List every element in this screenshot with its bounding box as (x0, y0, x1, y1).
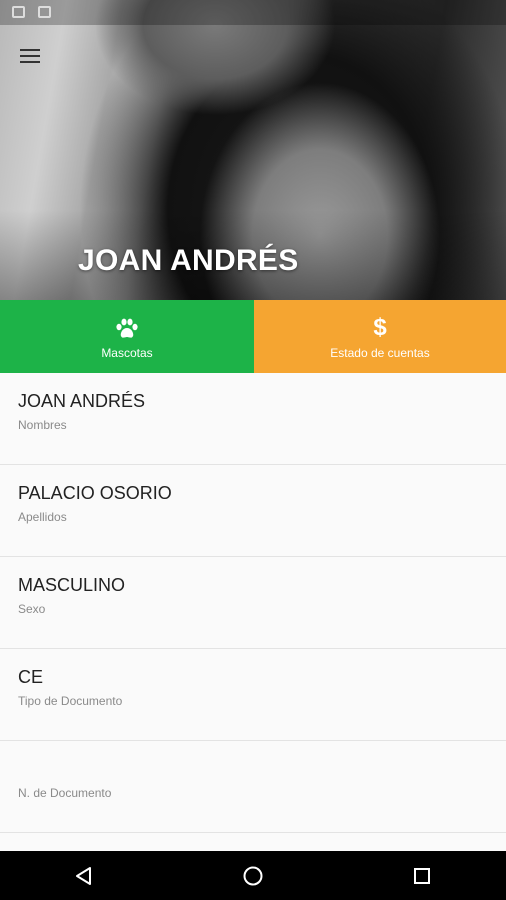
back-icon (76, 866, 92, 885)
system-navigation-bar (0, 851, 506, 900)
home-icon (243, 866, 263, 885)
field-label: Nombres (18, 418, 67, 432)
field-label: Sexo (18, 602, 46, 616)
profile-header-photo: JOAN ANDRÉS (0, 0, 506, 300)
dollar-icon: $ (373, 313, 387, 341)
action-tabs: Mascotas $ Estado de cuentas (0, 300, 506, 373)
field-value: PALACIO OSORIO (18, 483, 172, 503)
recents-icon (413, 867, 430, 884)
field-tipo-documento: CE Tipo de Documento (0, 649, 506, 741)
menu-icon-bar (20, 49, 40, 51)
tab-label: Mascotas (101, 345, 153, 360)
profile-name: JOAN ANDRÉS (78, 244, 299, 277)
tab-estado-de-cuentas[interactable]: $ Estado de cuentas (254, 300, 506, 373)
menu-button[interactable] (14, 40, 46, 72)
field-value: MASCULINO (18, 575, 126, 595)
profile-fields: JOAN ANDRÉS Nombres PALACIO OSORIO Apell… (0, 373, 506, 833)
gallery-icon (12, 6, 25, 18)
menu-icon-bar (20, 55, 40, 57)
notification-icon (38, 6, 51, 18)
field-label: Apellidos (18, 510, 67, 524)
field-label: N. de Documento (18, 786, 112, 800)
field-label: Tipo de Documento (18, 694, 123, 708)
tab-mascotas[interactable]: Mascotas (0, 300, 254, 373)
field-apellidos: PALACIO OSORIO Apellidos (0, 465, 506, 557)
tab-label: Estado de cuentas (330, 345, 430, 360)
menu-icon-bar (20, 61, 40, 63)
status-bar (0, 0, 506, 25)
back-button[interactable] (54, 851, 114, 900)
field-sexo: MASCULINO Sexo (0, 557, 506, 649)
field-nombres: JOAN ANDRÉS Nombres (0, 373, 506, 465)
home-button[interactable] (223, 851, 283, 900)
field-value: JOAN ANDRÉS (18, 391, 146, 411)
field-numero-documento: N. de Documento (0, 741, 506, 833)
recents-button[interactable] (392, 851, 452, 900)
field-value: CE (18, 667, 44, 687)
paw-icon (115, 314, 139, 340)
